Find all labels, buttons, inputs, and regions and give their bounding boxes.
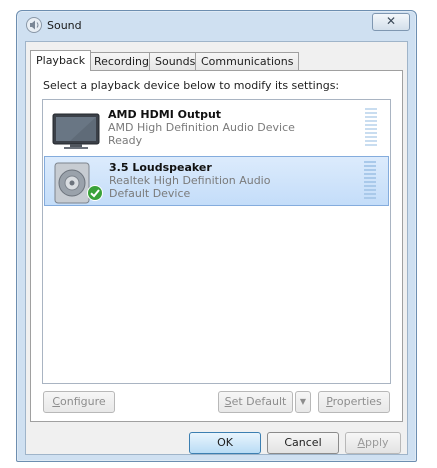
- device-item-amd-hdmi[interactable]: AMD HDMI Output AMD High Definition Audi…: [44, 104, 389, 154]
- set-default-dropdown[interactable]: ▼: [295, 391, 311, 413]
- title-bar[interactable]: Sound ✕: [17, 11, 416, 41]
- tab-playback[interactable]: Playback: [30, 50, 92, 71]
- monitor-icon: [50, 108, 102, 152]
- device-description: AMD High Definition Audio Device: [108, 121, 295, 134]
- device-status: Ready: [108, 134, 143, 147]
- sound-dialog: Sound ✕ Playback Recording Sounds Commun…: [16, 10, 417, 462]
- device-list[interactable]: AMD HDMI Output AMD High Definition Audi…: [42, 99, 391, 384]
- device-item-loudspeaker[interactable]: 3.5 Loudspeaker Realtek High Definition …: [44, 156, 389, 206]
- device-name: AMD HDMI Output: [108, 108, 222, 121]
- panel-instructions: Select a playback device below to modify…: [43, 79, 340, 92]
- device-status: Default Device: [109, 187, 191, 200]
- window-title: Sound: [47, 19, 82, 32]
- apply-button[interactable]: Apply: [345, 432, 401, 454]
- device-name: 3.5 Loudspeaker: [109, 161, 212, 174]
- close-icon: ✕: [385, 14, 397, 28]
- tab-sounds[interactable]: Sounds: [149, 52, 202, 70]
- set-default-button[interactable]: Set Default: [218, 391, 293, 413]
- properties-button[interactable]: Properties: [318, 391, 390, 413]
- speaker-icon: [25, 16, 43, 34]
- configure-button[interactable]: Configure: [43, 391, 115, 413]
- green-check-icon: [87, 185, 103, 201]
- tab-recording[interactable]: Recording: [88, 52, 156, 70]
- volume-meter: [364, 161, 376, 201]
- dialog-body: Playback Recording Sounds Communications…: [25, 41, 408, 455]
- volume-meter: [365, 108, 377, 148]
- cancel-button[interactable]: Cancel: [267, 432, 339, 454]
- chevron-down-icon: ▼: [299, 397, 307, 406]
- ok-button[interactable]: OK: [189, 432, 261, 454]
- playback-panel: Select a playback device below to modify…: [30, 70, 403, 422]
- tab-communications[interactable]: Communications: [195, 52, 300, 70]
- device-description: Realtek High Definition Audio: [109, 174, 271, 187]
- close-button[interactable]: ✕: [372, 13, 410, 31]
